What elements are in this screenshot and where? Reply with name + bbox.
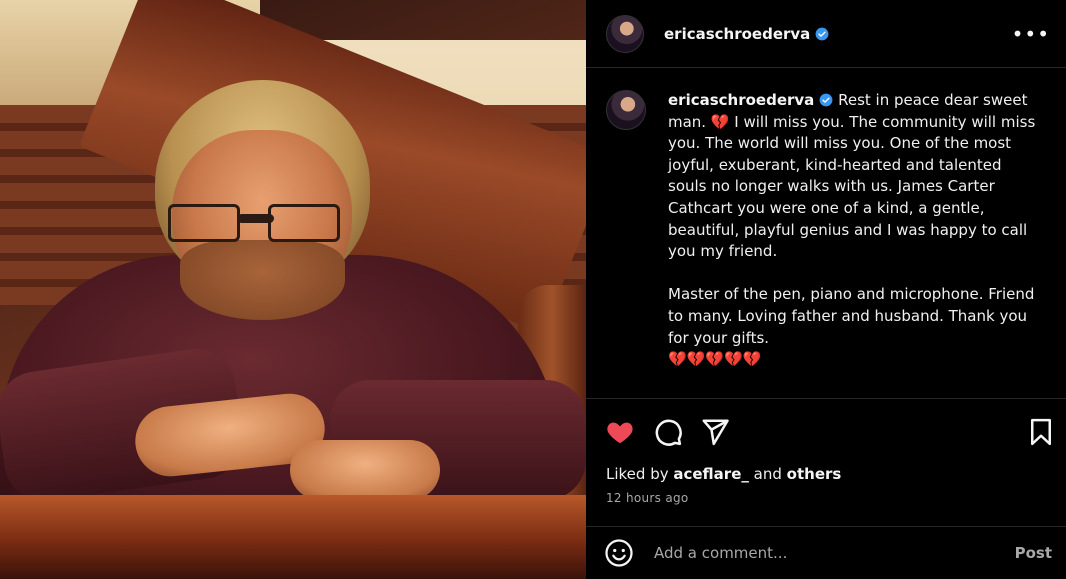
photo-piano-top xyxy=(0,495,586,579)
instagram-post: ericaschroederva ••• ericaschroederva Re… xyxy=(0,0,1066,579)
caption-area: ericaschroederva Rest in peace dear swee… xyxy=(586,68,1066,398)
comment-icon[interactable] xyxy=(653,417,683,447)
emoji-icon[interactable] xyxy=(604,538,634,568)
photo-hand-right xyxy=(290,440,440,500)
action-bar xyxy=(586,398,1066,468)
caption-hearts: 💔💔💔💔💔 xyxy=(668,350,762,369)
avatar[interactable] xyxy=(606,14,644,53)
caption-username[interactable]: ericaschroederva xyxy=(668,91,814,109)
header-username[interactable]: ericaschroederva xyxy=(664,25,829,43)
comment-bar: Post xyxy=(586,526,1066,579)
liked-by-user-link[interactable]: aceflare_ xyxy=(673,465,749,483)
more-options-icon[interactable]: ••• xyxy=(1012,24,1050,44)
verified-badge-icon xyxy=(819,93,833,107)
bookmark-icon[interactable] xyxy=(1026,417,1056,447)
heart-icon[interactable] xyxy=(605,417,635,447)
verified-badge-icon xyxy=(815,27,829,40)
photo-glasses xyxy=(168,200,343,242)
comment-input[interactable] xyxy=(652,543,1015,563)
caption-paragraph-1: ericaschroederva Rest in peace dear swee… xyxy=(668,91,1036,261)
post-timestamp[interactable]: 12 hours ago xyxy=(606,491,689,505)
post-comment-button[interactable]: Post xyxy=(1015,544,1052,562)
caption: ericaschroederva Rest in peace dear swee… xyxy=(668,90,1043,398)
post-header: ericaschroederva ••• xyxy=(586,0,1066,68)
post-sidebar: ericaschroederva ••• ericaschroederva Re… xyxy=(586,0,1066,579)
liked-by-others-link[interactable]: others xyxy=(787,465,842,483)
caption-avatar[interactable] xyxy=(606,90,646,130)
post-photo[interactable] xyxy=(0,0,586,579)
caption-paragraph-2: Master of the pen, piano and microphone.… xyxy=(668,285,1035,347)
liked-by: Liked by aceflare_ and others xyxy=(606,465,842,483)
share-icon[interactable] xyxy=(700,417,730,447)
photo-person-beard xyxy=(180,240,345,320)
